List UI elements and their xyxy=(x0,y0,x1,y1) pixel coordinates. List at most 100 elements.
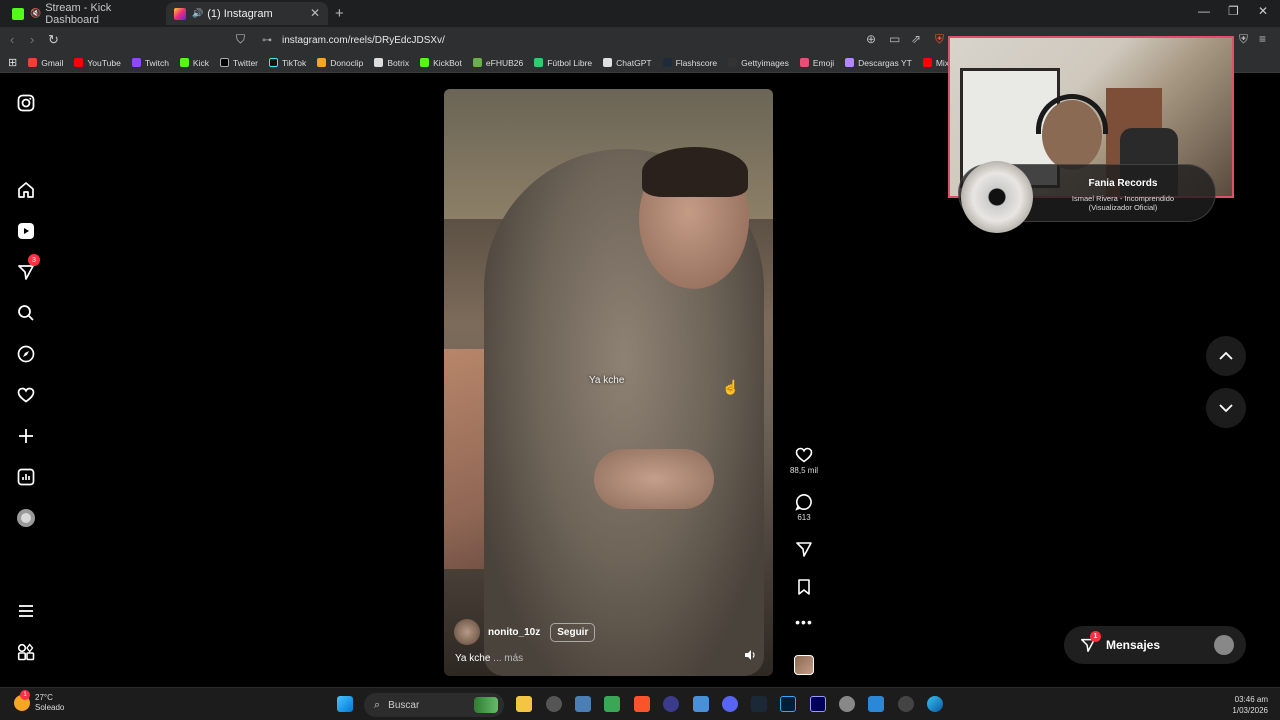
comment-action: 613 xyxy=(786,493,822,522)
play-icon[interactable] xyxy=(898,696,914,712)
bookmark-emoji[interactable]: Emoji xyxy=(799,58,834,68)
app-icon[interactable] xyxy=(604,696,620,712)
instagram-logo-icon[interactable] xyxy=(14,91,38,115)
kick-favicon-icon xyxy=(12,7,24,20)
weather-widget[interactable]: 1 27°C Soleado xyxy=(14,690,64,713)
more-options-icon[interactable]: ••• xyxy=(786,614,822,634)
instagram-favicon-icon xyxy=(174,7,186,20)
premiere-icon[interactable] xyxy=(810,696,826,712)
discord-icon[interactable] xyxy=(722,696,738,712)
close-window-icon[interactable]: ✕ xyxy=(1258,4,1268,18)
edge-icon[interactable] xyxy=(927,696,943,712)
more-menu-icon[interactable] xyxy=(14,599,38,623)
windows-start-icon[interactable] xyxy=(337,696,353,712)
brave-shield-icon[interactable]: ⛨ xyxy=(935,32,944,47)
reel-author: nonito_10z Seguir xyxy=(454,619,596,645)
forward-icon[interactable]: › xyxy=(30,32,34,47)
obs-icon[interactable] xyxy=(546,696,562,712)
follow-button[interactable]: Seguir xyxy=(550,622,596,642)
reels-icon[interactable] xyxy=(14,219,38,243)
like-heart-icon[interactable] xyxy=(786,446,822,466)
notepad-icon[interactable] xyxy=(868,696,884,712)
also-from-meta-icon[interactable] xyxy=(14,640,38,664)
next-reel-button[interactable] xyxy=(1206,388,1246,428)
bookmark-donoclip[interactable]: Donoclip xyxy=(317,58,363,68)
profile-avatar[interactable] xyxy=(14,506,38,530)
comment-icon[interactable] xyxy=(786,493,822,513)
bookmark-futbol-libre[interactable]: Fútbol Libre xyxy=(534,58,592,68)
cast-icon[interactable]: ▭ xyxy=(889,32,900,46)
file-explorer-icon[interactable] xyxy=(516,696,532,712)
url-text: instagram.com/reels/DRyEdcJDSXv/ xyxy=(282,34,445,46)
system-clock[interactable]: 03:46 am 1/03/2026 xyxy=(1232,694,1268,716)
save-bookmark-icon[interactable] xyxy=(786,578,822,598)
taskbar-search[interactable]: ⌕ Buscar xyxy=(364,693,504,717)
mute-tab-icon: 🔇 xyxy=(30,8,42,18)
messenger-icon[interactable]: 3 xyxy=(14,254,40,284)
back-icon[interactable]: ‹ xyxy=(10,32,14,47)
notifications-heart-icon[interactable] xyxy=(14,383,38,407)
create-plus-icon[interactable] xyxy=(14,424,38,448)
tab-kick-dashboard[interactable]: 🔇 Stream - Kick Dashboard xyxy=(4,2,164,26)
audio-thumbnail[interactable] xyxy=(786,655,822,675)
now-playing-track: Ismael Rivera - Incomprendido (Visualiza… xyxy=(1071,194,1175,212)
vpn-icon[interactable]: ⛨ xyxy=(1239,32,1248,47)
menu-icon[interactable]: ≡ xyxy=(1259,32,1266,46)
share-send-icon[interactable] xyxy=(786,540,822,560)
new-tab-icon[interactable]: + xyxy=(335,5,344,22)
bookmark-gmail[interactable]: Gmail xyxy=(28,58,63,68)
messages-icon: 1 xyxy=(1080,631,1101,653)
restore-icon[interactable]: ❐ xyxy=(1228,4,1239,18)
audio-tab-icon: 🔊 xyxy=(192,8,204,18)
minimize-icon[interactable]: — xyxy=(1198,4,1210,18)
messages-avatar xyxy=(1214,635,1234,655)
bookmark-gettyimages[interactable]: Gettyimages xyxy=(728,58,789,68)
calculator-icon[interactable] xyxy=(693,696,709,712)
tab-instagram[interactable]: 🔊 (1) Instagram ✕ xyxy=(166,2,328,25)
bookmark-kickbot[interactable]: KickBot xyxy=(420,58,462,68)
bookmark-chatgpt[interactable]: ChatGPT xyxy=(603,58,652,68)
reload-icon[interactable]: ↻ xyxy=(48,32,59,48)
share-icon[interactable]: ⇗ xyxy=(911,32,921,46)
bookmark-descargas-yt[interactable]: Descargas YT xyxy=(845,58,912,68)
bookmark-efhub26[interactable]: eFHUB26 xyxy=(472,58,523,68)
bookmark-botrix[interactable]: Botrix xyxy=(374,58,409,68)
photoshop-icon[interactable] xyxy=(780,696,796,712)
address-bar[interactable]: ⊶ instagram.com/reels/DRyEdcJDSXv/ xyxy=(262,30,942,50)
zoom-icon[interactable]: ⊕ xyxy=(866,32,876,46)
dashboard-icon[interactable] xyxy=(14,465,38,489)
bookmark-page-icon[interactable]: ⛉ xyxy=(236,32,245,47)
steam-icon[interactable] xyxy=(751,696,767,712)
share-action xyxy=(786,540,822,560)
volume-icon[interactable] xyxy=(744,649,756,664)
more-link[interactable]: ... más xyxy=(493,653,523,664)
previous-reel-button[interactable] xyxy=(1206,336,1246,376)
save-action xyxy=(786,578,822,598)
temperature: 27°C xyxy=(35,693,53,702)
explore-icon[interactable] xyxy=(14,342,38,366)
bookmark-flashscore[interactable]: Flashscore xyxy=(662,58,717,68)
home-icon[interactable] xyxy=(14,178,38,202)
site-info-icon[interactable]: ⊶ xyxy=(262,35,272,46)
brave-browser-icon[interactable] xyxy=(634,696,650,712)
messages-button[interactable]: 1 Mensajes xyxy=(1064,626,1246,664)
bookmark-twitter[interactable]: Twitter xyxy=(219,58,258,68)
search-icon[interactable] xyxy=(14,301,38,325)
close-tab-icon[interactable]: ✕ xyxy=(310,6,320,20)
search-highlight-icon xyxy=(474,697,498,713)
bookmark-twitch[interactable]: Twitch xyxy=(131,58,169,68)
description-text: Ya kche xyxy=(455,653,491,664)
author-username[interactable]: nonito_10z xyxy=(488,627,540,638)
settings-gear-icon[interactable] xyxy=(839,696,855,712)
author-avatar[interactable] xyxy=(454,619,480,645)
reel-description: Ya kche ... más xyxy=(455,653,523,664)
app-icon[interactable] xyxy=(575,696,591,712)
media-player-icon[interactable] xyxy=(663,696,679,712)
video-subject-hair xyxy=(642,147,748,197)
bookmark-tiktok[interactable]: TikTok xyxy=(269,58,306,68)
apps-icon[interactable]: ⊞ xyxy=(8,56,17,69)
windows-taskbar: 1 27°C Soleado ⌕ Buscar 03:46 am 1/03/20… xyxy=(0,687,1280,720)
bookmark-youtube[interactable]: YouTube xyxy=(74,58,121,68)
audio-thumbnail-image xyxy=(794,655,814,675)
bookmark-kick[interactable]: Kick xyxy=(179,58,209,68)
